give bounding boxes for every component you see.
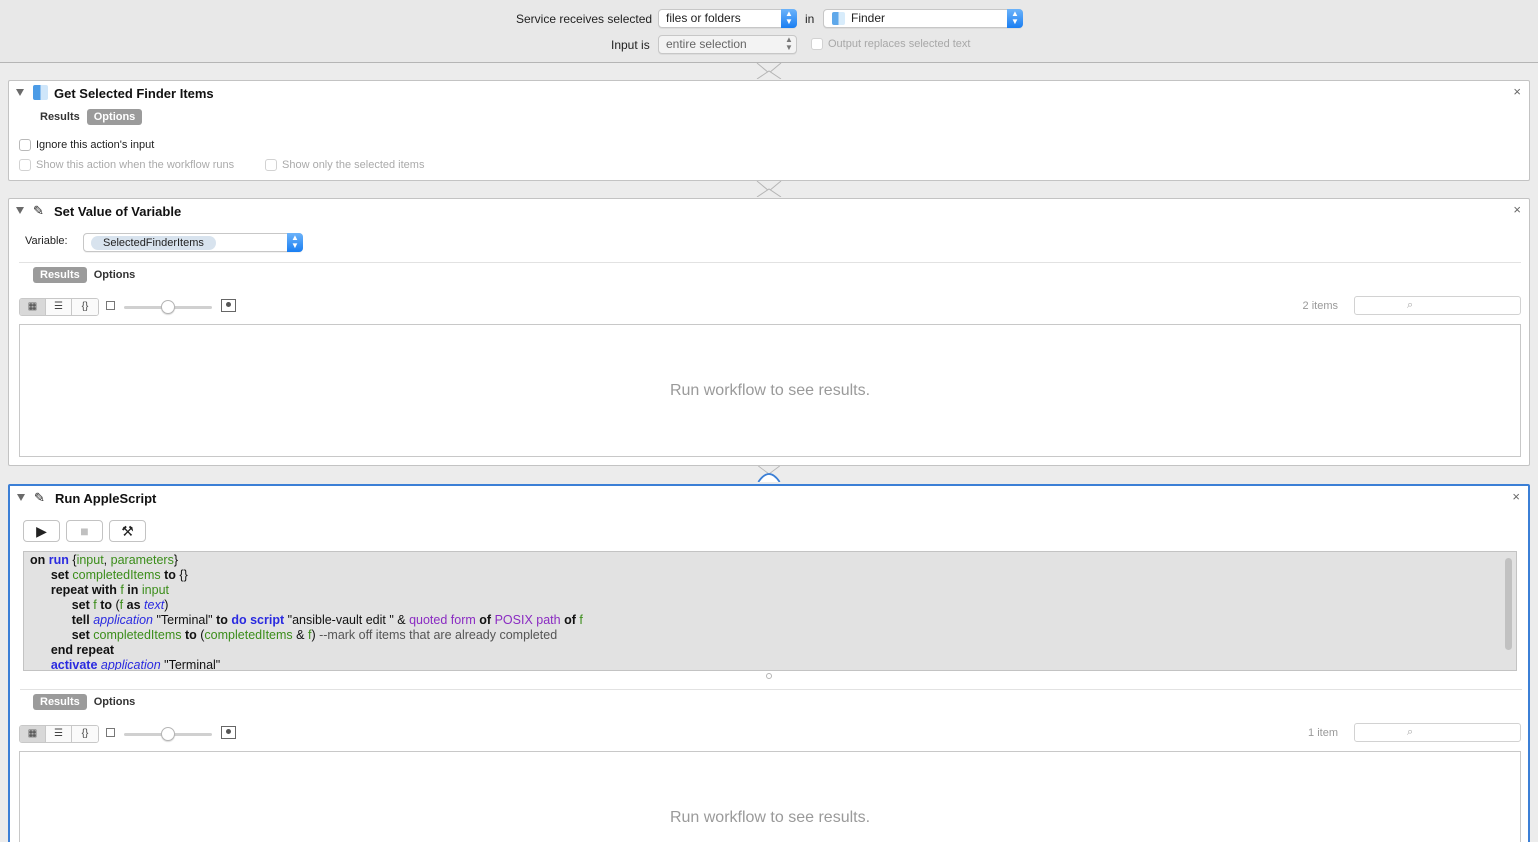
small-size-icon: [106, 728, 115, 737]
popup-stepper-icon: ▲ ▼: [287, 233, 303, 252]
receives-value: files or folders: [666, 11, 741, 25]
action-header: ✎ Set Value of Variable ×: [9, 199, 1529, 223]
disclosure-triangle-icon[interactable]: [17, 494, 25, 501]
tab-options[interactable]: Options: [86, 109, 143, 125]
automator-icon: ✎: [33, 203, 44, 218]
small-size-icon: [106, 301, 115, 310]
show-selected-row: Show only the selected items: [265, 159, 424, 171]
show-when-runs-checkbox[interactable]: [19, 159, 31, 171]
size-slider-knob[interactable]: [161, 727, 175, 741]
results-view-bar: ▦ ☰ {} 1 item ⌕: [19, 723, 1521, 743]
action-connector: [756, 63, 782, 79]
grid-view-icon[interactable]: ▦: [20, 299, 46, 315]
variable-label: Variable:: [25, 235, 68, 247]
script-source[interactable]: on run {input, parameters} set completed…: [24, 552, 1516, 670]
divider: [19, 262, 1521, 263]
results-options-tabs: Results Options: [33, 109, 143, 125]
receives-label: Service receives selected: [516, 12, 653, 26]
variable-token: SelectedFinderItems: [91, 236, 216, 250]
disclosure-triangle-icon[interactable]: [16, 207, 24, 214]
input-label: Input is: [611, 38, 650, 52]
action-set-value-of-variable[interactable]: ✎ Set Value of Variable × Variable: Sele…: [8, 198, 1530, 466]
run-icon[interactable]: ▶: [23, 520, 60, 542]
view-mode-buttons: ▦ ☰ {}: [19, 725, 99, 743]
resize-handle-icon[interactable]: [766, 673, 772, 679]
results-search-input[interactable]: ⌕: [1354, 723, 1521, 742]
size-slider-knob[interactable]: [161, 300, 175, 314]
finder-icon: [33, 85, 48, 100]
tab-options[interactable]: Options: [87, 267, 143, 283]
action-header: ✎ Run AppleScript ×: [10, 486, 1528, 510]
tab-results[interactable]: Results: [33, 109, 87, 125]
action-get-selected-finder-items[interactable]: Get Selected Finder Items × Results Opti…: [8, 80, 1530, 181]
output-replaces-label: Output replaces selected text: [828, 38, 971, 50]
finder-icon: [832, 12, 845, 25]
results-view-bar: ▦ ☰ {} 2 items ⌕: [19, 296, 1521, 316]
automator-icon: ✎: [34, 490, 45, 505]
output-replaces-checkbox[interactable]: [811, 38, 823, 50]
action-connector: [756, 181, 782, 197]
ignore-input-label: Ignore this action's input: [36, 139, 155, 151]
results-search-input[interactable]: ⌕: [1354, 296, 1521, 315]
search-icon: ⌕: [1407, 726, 1414, 738]
results-options-tabs: Results Options: [33, 267, 142, 283]
popup-stepper-icon: ▲ ▼: [1007, 9, 1023, 28]
results-area: Run workflow to see results.: [19, 751, 1521, 842]
tab-results[interactable]: Results: [33, 694, 87, 710]
input-popup[interactable]: entire selection ▲ ▼: [658, 35, 797, 54]
action-header: Get Selected Finder Items ×: [9, 81, 1529, 105]
action-title: Set Value of Variable: [54, 204, 182, 219]
show-selected-checkbox[interactable]: [265, 159, 277, 171]
code-view-icon[interactable]: {}: [72, 299, 98, 315]
script-editor[interactable]: on run {input, parameters} set completed…: [23, 551, 1517, 671]
large-size-icon: [221, 299, 236, 312]
popup-stepper-icon: ▲ ▼: [785, 35, 793, 52]
results-placeholder: Run workflow to see results.: [669, 382, 871, 399]
action-title: Get Selected Finder Items: [54, 86, 214, 101]
stop-icon[interactable]: ■: [66, 520, 103, 542]
search-icon: ⌕: [1407, 299, 1414, 311]
show-when-runs-label: Show this action when the workflow runs: [36, 159, 235, 171]
divider: [20, 689, 1522, 690]
action-run-applescript[interactable]: ✎ Run AppleScript × ▶ ■ ⚒ on run {input,…: [8, 484, 1530, 842]
application-value: Finder: [851, 11, 886, 25]
close-icon[interactable]: ×: [1512, 489, 1520, 504]
code-view-icon[interactable]: {}: [72, 726, 98, 742]
tab-options[interactable]: Options: [87, 694, 143, 710]
results-placeholder: Run workflow to see results.: [669, 809, 871, 826]
list-view-icon[interactable]: ☰: [46, 299, 72, 315]
ignore-input-row: Ignore this action's input: [19, 139, 154, 151]
grid-view-icon[interactable]: ▦: [20, 726, 46, 742]
compile-icon[interactable]: ⚒: [109, 520, 146, 542]
items-count: 1 item: [1308, 727, 1338, 739]
tab-results[interactable]: Results: [33, 267, 87, 283]
close-icon[interactable]: ×: [1513, 202, 1521, 217]
items-count: 2 items: [1302, 300, 1338, 312]
script-toolbar: ▶ ■ ⚒: [23, 520, 153, 542]
disclosure-triangle-icon[interactable]: [16, 89, 24, 96]
receives-popup[interactable]: files or folders ▲ ▼: [658, 9, 797, 28]
application-popup[interactable]: Finder ▲ ▼: [823, 9, 1023, 28]
action-connector: [757, 466, 781, 482]
input-value: entire selection: [666, 37, 747, 51]
results-area: Run workflow to see results.: [19, 324, 1521, 457]
script-scrollbar[interactable]: [1505, 558, 1512, 650]
in-label: in: [805, 12, 815, 26]
service-config-bar: Service receives selected files or folde…: [0, 0, 1538, 63]
show-when-runs-row: Show this action when the workflow runs: [19, 159, 234, 171]
list-view-icon[interactable]: ☰: [46, 726, 72, 742]
action-title: Run AppleScript: [55, 491, 157, 506]
large-size-icon: [221, 726, 236, 739]
ignore-input-checkbox[interactable]: [19, 139, 31, 151]
view-mode-buttons: ▦ ☰ {}: [19, 298, 99, 316]
popup-stepper-icon: ▲ ▼: [781, 9, 797, 28]
show-selected-label: Show only the selected items: [282, 159, 425, 171]
results-options-tabs: Results Options: [33, 694, 142, 710]
close-icon[interactable]: ×: [1513, 84, 1521, 99]
variable-popup[interactable]: SelectedFinderItems ▲ ▼: [83, 233, 303, 252]
